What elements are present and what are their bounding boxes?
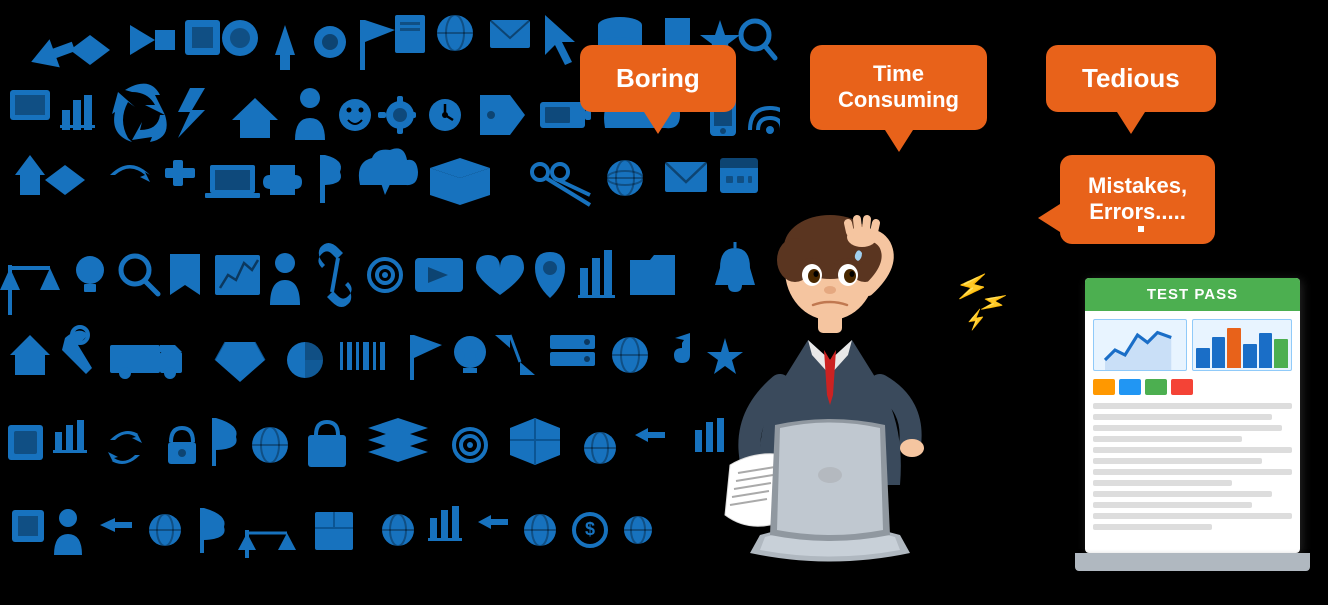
tedious-bubble: Tedious [1046,45,1216,112]
doc-bar-chart [1192,319,1292,371]
doc-text-lines [1093,403,1292,530]
test-pass-header: TEST PASS [1085,278,1300,311]
test-pass-body [1085,311,1300,543]
time-consuming-text: Time Consuming [838,61,959,114]
boring-bubble: Boring [580,45,736,112]
time-consuming-bubble: Time Consuming [810,45,987,130]
doc-laptop-base [1075,553,1310,571]
svg-text:$: $ [585,519,595,539]
stressed-person [700,195,960,575]
lightning-bolt-3: ⚡ [963,308,989,333]
test-pass-document: TEST PASS [1085,278,1300,553]
mistakes-text: Mistakes, Errors..... [1088,173,1187,226]
mistakes-bubble: Mistakes, Errors..... [1060,155,1215,244]
doc-line-chart [1093,319,1187,371]
